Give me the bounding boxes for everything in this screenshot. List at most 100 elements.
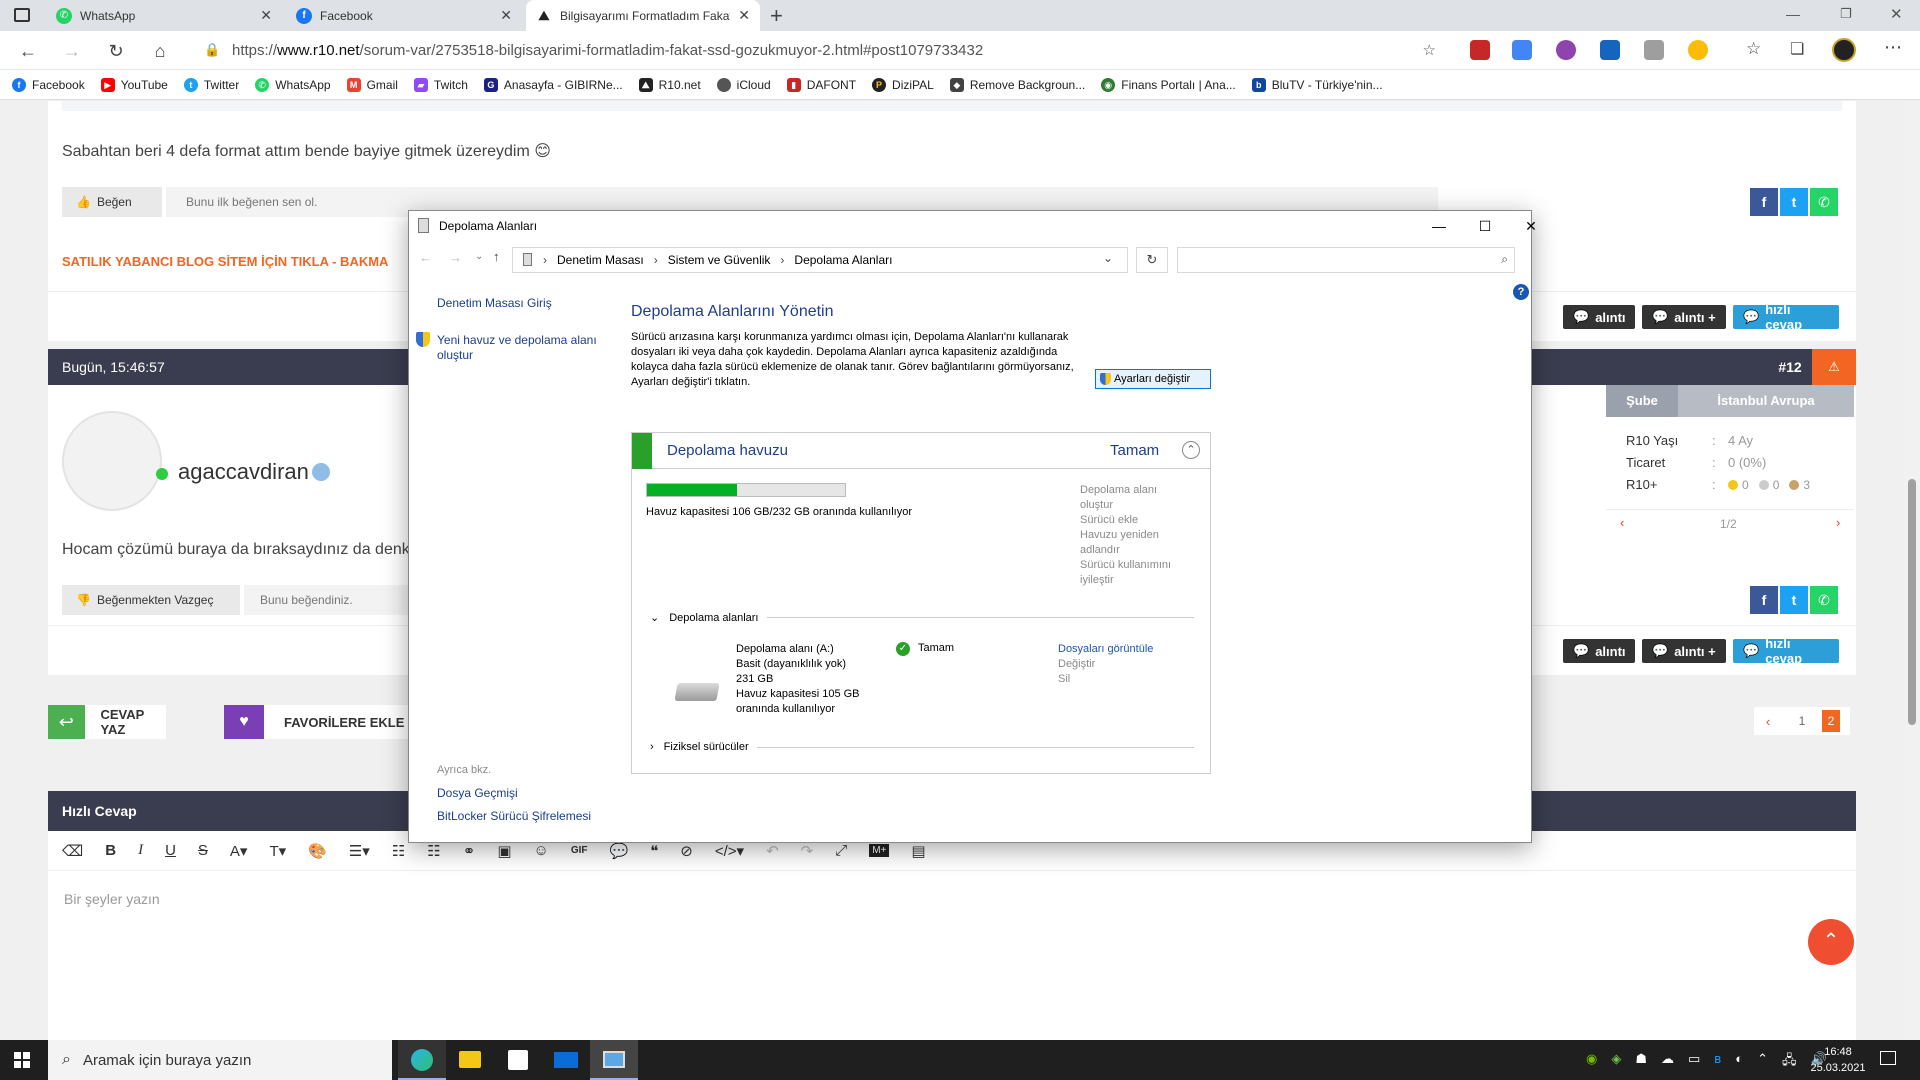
scroll-top-button[interactable]: ⌃ [1808,919,1854,965]
physical-drives-toggle[interactable]: › Fiziksel sürücüler [650,741,1194,753]
edit-extension-icon[interactable] [1600,40,1620,60]
crumb-control-panel[interactable]: Denetim Masası [557,253,644,267]
url-field[interactable]: 🔒 https://www.r10.net/sorum-var/2753518-… [188,35,1450,66]
tab-whatsapp[interactable]: ✆ WhatsApp ✕ [46,0,282,31]
change-space-action[interactable]: Değiştir [1058,657,1153,672]
add-drive-action[interactable]: Sürücü ekle [1080,513,1190,528]
store-taskbar-button[interactable] [494,1040,542,1080]
up-icon[interactable]: ↑ [493,249,500,264]
bookmark-gmail[interactable]: M Gmail [346,77,398,92]
tab-r10-active[interactable]: ⛰ Bilgisayarımı Formatladım Fakat ✕ [526,0,760,31]
multi-quote-button[interactable]: 💬 alıntı + [1642,639,1726,663]
bitlocker-link[interactable]: BitLocker Sürücü Şifrelemesi [437,809,591,823]
minimize-button[interactable]: — [1416,211,1462,241]
quote-icon[interactable]: ❝ [650,842,658,860]
numbered-list-icon[interactable]: ☷ [427,842,440,860]
pen-extension-icon[interactable] [1556,40,1576,60]
help-icon[interactable]: ? [1513,284,1529,300]
bookmark-twitch[interactable]: ▰ Twitch [413,77,468,92]
rename-pool-action[interactable]: Havuzu yeniden adlandır [1080,528,1190,558]
close-tab-icon[interactable]: ✕ [500,7,512,24]
editor-input[interactable]: Bir şeyler yazın [64,891,160,907]
reload-icon[interactable]: ↻ [104,39,128,63]
chevron-down-icon[interactable]: ⌄ [1103,251,1113,265]
close-tab-icon[interactable]: ✕ [260,7,272,24]
close-button[interactable]: ✕ [1508,211,1554,241]
delete-space-action[interactable]: Sil [1058,672,1153,687]
favorite-star-icon[interactable]: ☆ [1423,41,1436,59]
ublock-extension-icon[interactable] [1470,40,1490,60]
eraser-icon[interactable]: ⌫ [62,842,83,860]
next-page-icon[interactable]: › [1836,515,1840,530]
bluetooth-icon[interactable]: ʙ [1714,1051,1721,1073]
control-panel-home-link[interactable]: Denetim Masası Giriş [437,296,552,310]
undo-icon[interactable]: ↶ [766,842,779,860]
bookmark-finans[interactable]: ◉ Finans Portalı | Ana... [1101,77,1236,92]
bookmark-whatsapp[interactable]: ✆ WhatsApp [255,77,331,92]
tab-location[interactable]: İstanbul Avrupa [1678,385,1854,417]
recent-dropdown-icon[interactable]: ⌄ [475,251,483,262]
onedrive-icon[interactable]: ☁ [1661,1051,1674,1073]
markdown-icon[interactable]: M+ [869,844,890,857]
fullscreen-icon[interactable]: ⤢ [835,842,847,859]
bookmark-blutv[interactable]: b BluTV - Türkiye'nin... [1251,77,1383,92]
window-titlebar[interactable]: Depolama Alanları [409,211,1531,241]
prev-page-icon[interactable]: ‹ [1754,714,1782,729]
image-icon[interactable]: ▣ [497,842,511,860]
profile-avatar[interactable] [1832,38,1856,62]
bookmark-twitter[interactable]: t Twitter [183,77,239,92]
create-space-action[interactable]: Depolama alanı oluştur [1080,483,1190,513]
page-1-link[interactable]: 1 [1782,714,1822,728]
collections-icon[interactable]: ❏ [1790,39,1804,59]
forward-icon[interactable]: → [60,39,84,63]
taskbar-search[interactable]: ⌕ Aramak için buraya yazın [48,1040,392,1080]
minimize-icon[interactable]: — [1786,6,1800,22]
edge-tray-icon[interactable]: ◐ [1735,1051,1743,1073]
quick-reply-button[interactable]: 💬 hızlı cevap [1733,302,1839,332]
bookmark-icloud[interactable]: iCloud [716,77,771,92]
report-icon[interactable]: ⚠ [1812,349,1856,385]
crumb-system-security[interactable]: Sistem ve Güvenlik [668,253,771,267]
whatsapp-share-icon[interactable]: ✆ [1810,586,1838,614]
font-size-icon[interactable]: A▾ [230,842,248,860]
chevron-up-icon[interactable]: ⌃ [1757,1051,1768,1073]
post-number[interactable]: #12 [1768,349,1812,385]
facebook-share-icon[interactable]: f [1750,586,1778,614]
emoji-icon[interactable]: ☺ [534,842,549,859]
network-icon[interactable]: 🖧 [1782,1051,1797,1073]
home-icon[interactable]: ⌂ [148,39,172,63]
crumb-storage-spaces[interactable]: Depolama Alanları [794,253,892,267]
avatar[interactable] [62,411,162,511]
italic-icon[interactable]: I [138,842,143,859]
quote-button[interactable]: 💬 alıntı [1563,305,1635,329]
tile-extension-icon[interactable] [1644,40,1664,60]
favorites-icon[interactable]: ☆ [1746,39,1761,59]
refresh-icon[interactable]: ↻ [1136,247,1168,273]
palette-icon[interactable]: 🎨 [308,842,327,860]
view-files-link[interactable]: Dosyaları görüntüle [1058,642,1153,657]
spoiler-icon[interactable]: ⊘ [680,842,693,860]
comment-icon[interactable]: 💬 [610,842,629,860]
spaces-section-toggle[interactable]: ⌄ Depolama alanları [650,611,1194,624]
quick-reply-button[interactable]: 💬 hızlı cevap [1733,636,1839,666]
prev-page-icon[interactable]: ‹ [1620,515,1624,530]
underline-icon[interactable]: U [165,842,176,859]
create-pool-link[interactable]: Yeni havuz ve depolama alanı oluştur [437,333,597,363]
tab-facebook[interactable]: f Facebook ✕ [286,0,522,31]
text-style-icon[interactable]: T▾ [269,842,286,860]
ad-link[interactable]: SATILIK YABANCI BLOG SİTEM İÇİN TIKLA - … [62,254,388,269]
clock[interactable]: 16:48 25.03.2021 [1808,1044,1868,1076]
facebook-share-icon[interactable]: f [1750,188,1778,216]
control-panel-taskbar-button[interactable] [590,1040,638,1080]
code-icon[interactable]: </>▾ [715,842,744,860]
whatsapp-share-icon[interactable]: ✆ [1810,188,1838,216]
search-input[interactable]: ⌕ [1177,247,1515,273]
bullet-list-icon[interactable]: ☷ [392,842,405,860]
translate-extension-icon[interactable] [1512,40,1532,60]
edge-taskbar-button[interactable] [398,1040,446,1080]
page-scrollbar[interactable] [1904,101,1920,1040]
bookmark-facebook[interactable]: f Facebook [12,77,85,92]
bookmark-r10[interactable]: ⛰ R10.net [638,77,701,92]
mail-taskbar-button[interactable] [542,1040,590,1080]
nvidia-share-icon[interactable]: ◈ [1611,1051,1621,1073]
